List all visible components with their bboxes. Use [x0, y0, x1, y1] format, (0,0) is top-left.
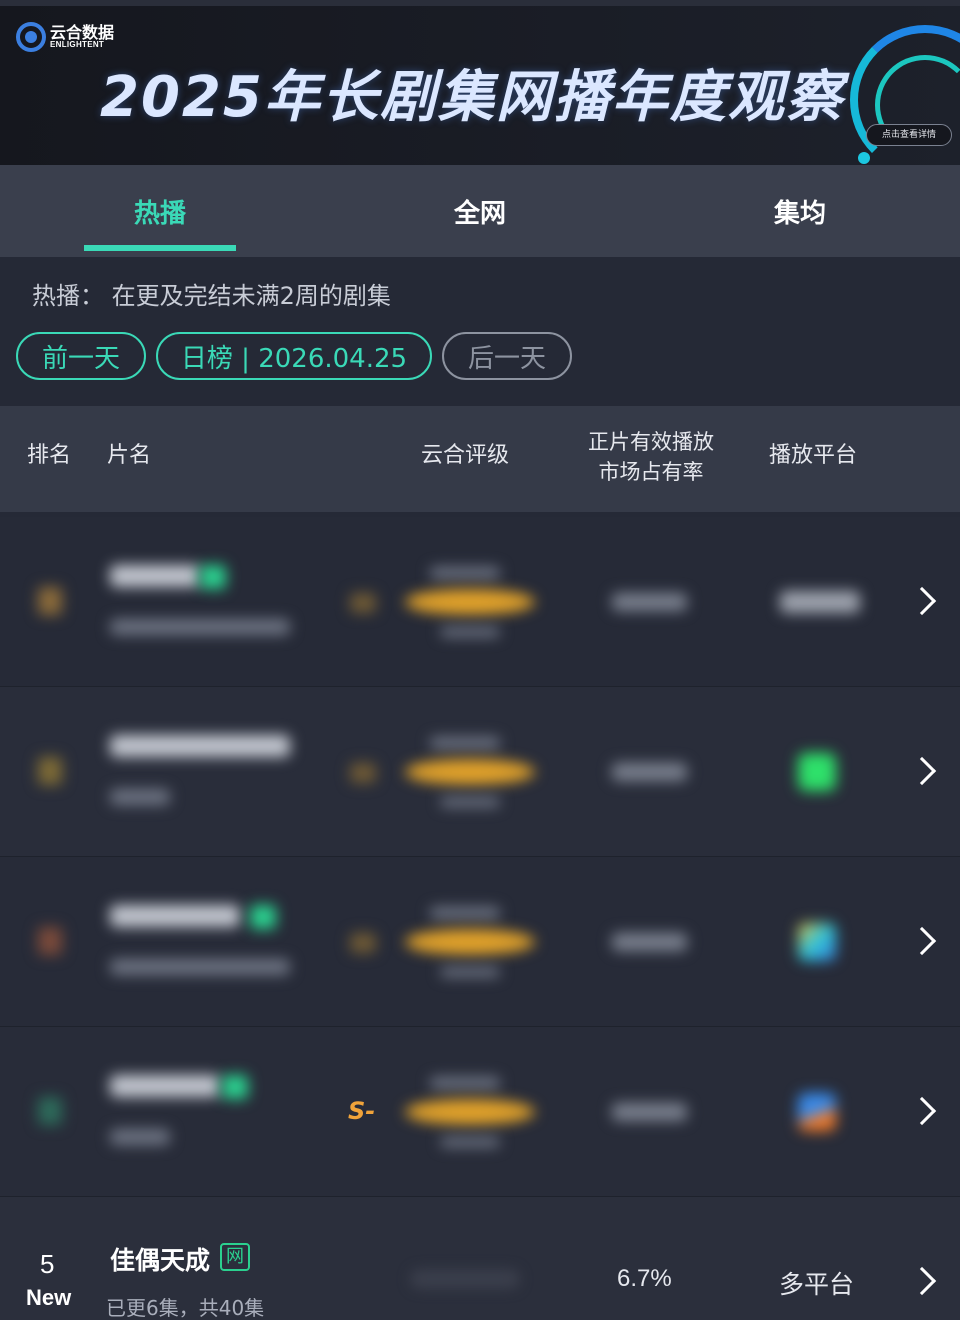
drama-title: 佳偶天成 [110, 1246, 211, 1275]
green-app-icon [798, 753, 836, 791]
header-rank: 排名 [27, 443, 72, 468]
date-selector[interactable]: 日榜 | 2026.04.25 [156, 332, 432, 380]
table-row[interactable] [0, 687, 960, 857]
logo-cn-text: 云合数据 [50, 23, 115, 42]
banner-top-divider [0, 0, 960, 6]
rating-badge-blurred [405, 759, 535, 785]
chevron-right-icon[interactable] [907, 1096, 937, 1126]
subtitle-blurred [110, 959, 290, 975]
network-tag-blurred [200, 565, 226, 589]
market-share-value: 6.7% [617, 1265, 672, 1292]
share-blurred [612, 763, 687, 781]
network-tag-blurred [222, 1075, 248, 1099]
subtitle-blurred [110, 619, 290, 635]
rating-sub-blurred [440, 1137, 500, 1147]
banner[interactable]: 云合数据 ENLIGHTENT 2025年长剧集网播年度观察 点击查看详情 [0, 0, 960, 165]
rating-label-blurred [430, 907, 500, 919]
rank-blurred [38, 587, 62, 615]
table-row[interactable]: S- [0, 1027, 960, 1197]
title-blurred [110, 565, 200, 587]
rating-badge-blurred [405, 589, 535, 615]
rating-icon-blurred [350, 933, 376, 953]
logo-icon [16, 22, 46, 52]
platform-blurred [780, 591, 860, 613]
rating-badge-blurred [405, 929, 535, 955]
banner-title: 2025年长剧集网播年度观察 [100, 65, 844, 130]
episode-status: 已更6集，共40集 [106, 1296, 265, 1320]
header-platform: 播放平台 [769, 443, 858, 468]
network-tag-blurred [250, 905, 276, 929]
platform-value: 多平台 [779, 1270, 855, 1299]
subtitle-blurred [110, 1129, 170, 1145]
chevron-right-icon[interactable] [907, 1266, 937, 1296]
rating-label-blurred [430, 737, 500, 749]
date-navigation: 前一天 日榜 | 2026.04.25 后一天 [16, 332, 572, 380]
rating-sub-blurred [440, 967, 500, 977]
rank-blurred [38, 1097, 62, 1125]
rank-blurred [38, 757, 62, 785]
share-blurred [612, 933, 687, 951]
tab-all-network[interactable]: 全网 [320, 165, 640, 257]
header-market-share-line2: 市场占有率 [598, 460, 704, 484]
subtitle-blurred [110, 789, 170, 805]
new-badge: New [26, 1285, 72, 1310]
rating-label-blurred [430, 567, 500, 579]
rating-icon-blurred [350, 763, 376, 783]
tab-hot[interactable]: 热播 [0, 165, 320, 257]
rank-blurred [38, 927, 62, 955]
blue-orange-app-icon [798, 1093, 836, 1131]
header-rating: 云合评级 [421, 443, 510, 468]
multicolor-app-icon [798, 923, 836, 961]
header-title: 片名 [107, 443, 152, 468]
rating-badge-blurred [405, 1099, 535, 1125]
chevron-right-icon[interactable] [907, 926, 937, 956]
previous-day-button[interactable]: 前一天 [16, 332, 146, 380]
tab-description: 热播： 在更及完结未满2周的剧集 [32, 282, 391, 310]
share-blurred [612, 593, 687, 611]
rating-label-blurred [430, 1077, 500, 1089]
rating-blurred [410, 1269, 520, 1289]
table-row[interactable]: 5 New 佳偶天成 网 已更6集，共40集 6.7% 多平台 [0, 1197, 960, 1320]
next-day-button[interactable]: 后一天 [442, 332, 572, 380]
network-tag: 网 [220, 1243, 250, 1271]
rating-icon-blurred [350, 593, 376, 613]
share-blurred [612, 1103, 687, 1121]
table-row[interactable] [0, 857, 960, 1027]
rank-number: 5 [40, 1249, 55, 1279]
header-market-share: 正片有效播放 市场占有率 [580, 427, 722, 487]
ranking-tabs: 热播 全网 集均 [0, 165, 960, 257]
title-blurred [110, 735, 290, 757]
banner-dot-decoration [858, 152, 870, 164]
brand-logo: 云合数据 ENLIGHTENT [16, 22, 114, 52]
tab-per-episode[interactable]: 集均 [640, 165, 960, 257]
title-blurred [110, 905, 240, 927]
table-row[interactable] [0, 517, 960, 687]
logo-en-text: ENLIGHTENT [50, 40, 105, 49]
header-market-share-line1: 正片有效播放 [588, 430, 714, 454]
rating-sub-blurred [440, 627, 500, 637]
chevron-right-icon[interactable] [907, 756, 937, 786]
chevron-right-icon[interactable] [907, 586, 937, 616]
rating-sub-blurred [440, 797, 500, 807]
title-blurred [110, 1075, 220, 1097]
rating-grade-partial: S- [348, 1097, 376, 1125]
view-details-button[interactable]: 点击查看详情 [866, 124, 952, 146]
